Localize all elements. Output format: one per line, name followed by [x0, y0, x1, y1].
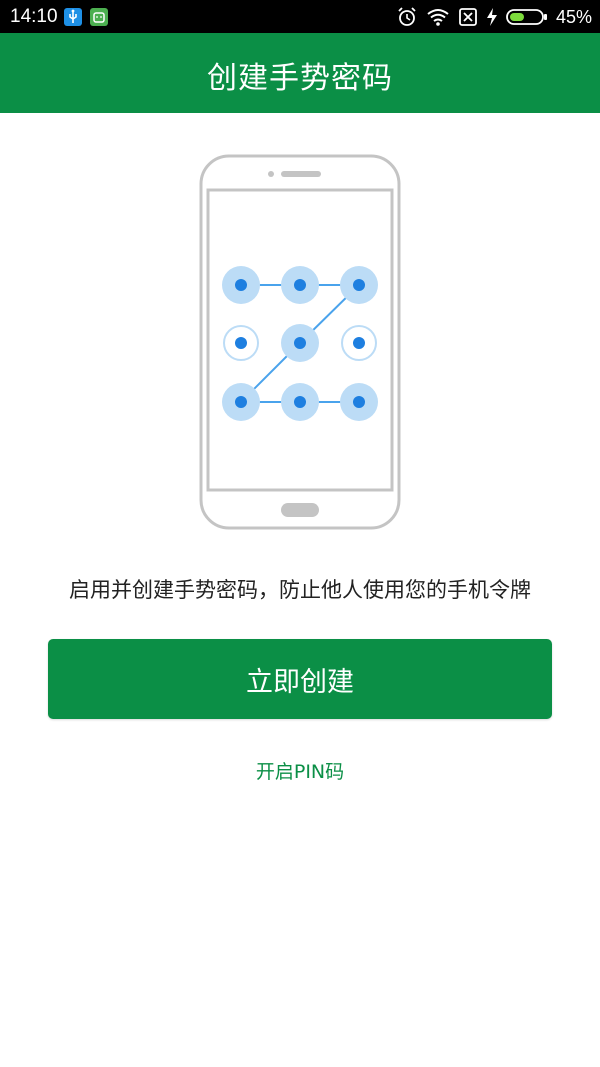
screen: 14:10 45% 创建手势密码 启用并创建手势密码，防止他人使用您的手机令牌 … — [0, 0, 600, 1067]
battery-percent: 45% — [555, 6, 592, 27]
charging-icon — [486, 7, 498, 27]
android-icon — [90, 8, 108, 26]
status-icons: 45% — [396, 5, 592, 29]
wifi-icon — [426, 7, 450, 27]
alarm-icon — [396, 6, 418, 28]
pin-link-container: 开启PIN码 — [0, 757, 600, 784]
battery-icon — [506, 8, 548, 26]
status-time: 14:10 — [10, 6, 58, 27]
enable-pin-link[interactable]: 开启PIN码 — [256, 761, 344, 783]
phone-pattern-lock-icon — [195, 150, 405, 535]
description-text: 启用并创建手势密码，防止他人使用您的手机令牌 — [69, 578, 531, 602]
page-title: 创建手势密码 — [207, 61, 393, 96]
no-sim-icon — [458, 7, 478, 27]
usb-debug-icon — [64, 8, 82, 26]
create-pattern-button[interactable]: 立即创建 — [48, 639, 552, 719]
app-bar: 创建手势密码 — [0, 33, 600, 113]
status-bar: 14:10 45% — [0, 0, 600, 33]
